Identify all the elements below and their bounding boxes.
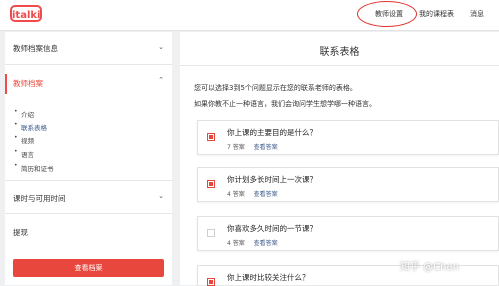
answer-count: 4 答案 — [227, 240, 245, 247]
sidebar-section-teacher-info[interactable]: 教师档案信息 — [13, 43, 58, 54]
nav-messages[interactable]: 消息 — [470, 9, 484, 19]
question-title: 你上课的主要目的是什么？ — [227, 128, 317, 137]
sidebar-item-contact-form[interactable]: 联系表格 — [21, 122, 47, 132]
answer-count: 4 答案 — [227, 191, 245, 198]
question-checkbox[interactable] — [207, 180, 215, 188]
bullet-icon: • — [14, 162, 18, 169]
view-answers-link[interactable]: 查看答案 — [254, 191, 278, 198]
question-checkbox[interactable] — [207, 133, 215, 141]
sidebar-section-teacher-profile[interactable]: 教师档案 — [13, 78, 43, 89]
watermark: 知乎 @Chen — [400, 262, 459, 273]
italki-logo[interactable]: italki — [10, 5, 42, 22]
intro-text: 如果你教不止一种语言，我们会询问学生想学哪一种语言。 — [194, 100, 376, 108]
bullet-icon: • — [14, 148, 18, 155]
chevron-down-icon[interactable]: ⌄ — [158, 43, 164, 51]
intro-text: 您可以选择3到5个问题显示在您的联系老师的表格。 — [194, 84, 357, 92]
divider — [5, 180, 172, 181]
bullet-icon: • — [14, 121, 18, 128]
answer-count: 7 答案 — [227, 144, 245, 151]
question-checkbox[interactable] — [207, 229, 215, 237]
question-meta: 4 答案 查看答案 — [227, 189, 278, 198]
highlight-circle — [357, 1, 417, 27]
view-answers-link[interactable]: 查看答案 — [254, 144, 278, 151]
question-title: 你上课时比较关注什么？ — [227, 273, 310, 282]
divider — [180, 65, 499, 66]
sidebar: 教师档案信息 ⌄ 教师档案 ⌃ • 介绍 • 联系表格 • 视频 • 语言 • … — [5, 32, 172, 285]
divider — [5, 213, 172, 214]
question-card[interactable]: 你喜欢多久时间的一节课？ 4 答案 查看答案 — [197, 216, 499, 251]
bullet-icon: • — [14, 108, 18, 115]
sidebar-item-video[interactable]: 视频 — [21, 135, 34, 145]
bullet-icon: • — [14, 134, 18, 141]
main-panel: 联系表格 您可以选择3到5个问题显示在您的联系老师的表格。 如果你教不止一种语言… — [180, 32, 499, 286]
question-card[interactable]: 你计划多长时间上一次课？ 4 答案 查看答案 — [197, 167, 499, 202]
question-title: 你计划多长时间上一次课？ — [227, 175, 317, 184]
sidebar-item-language[interactable]: 语言 — [21, 149, 34, 159]
sidebar-item-resume[interactable]: 简历和证书 — [21, 163, 54, 173]
divider — [5, 64, 172, 65]
sidebar-item-intro[interactable]: 介绍 — [21, 109, 34, 119]
top-bar: italki 教师设置 我的课程表 消息 — [0, 0, 499, 31]
question-meta: 7 答案 查看答案 — [227, 142, 278, 151]
question-title: 你喜欢多久时间的一节课？ — [227, 224, 317, 233]
view-profile-button[interactable]: 查看档案 — [13, 259, 164, 277]
page-title: 联系表格 — [319, 47, 360, 58]
question-meta: 4 答案 查看答案 — [227, 238, 278, 247]
sidebar-section-schedule[interactable]: 课时与可用时间 — [13, 193, 66, 204]
nav-my-schedule[interactable]: 我的课程表 — [419, 9, 454, 19]
sidebar-section-withdraw[interactable]: 提现 — [13, 227, 28, 238]
view-answers-link[interactable]: 查看答案 — [254, 240, 278, 247]
question-card[interactable]: 你上课的主要目的是什么？ 7 答案 查看答案 — [197, 120, 499, 155]
chevron-down-icon[interactable]: ⌄ — [158, 192, 164, 200]
chevron-up-icon[interactable]: ⌃ — [158, 76, 164, 84]
